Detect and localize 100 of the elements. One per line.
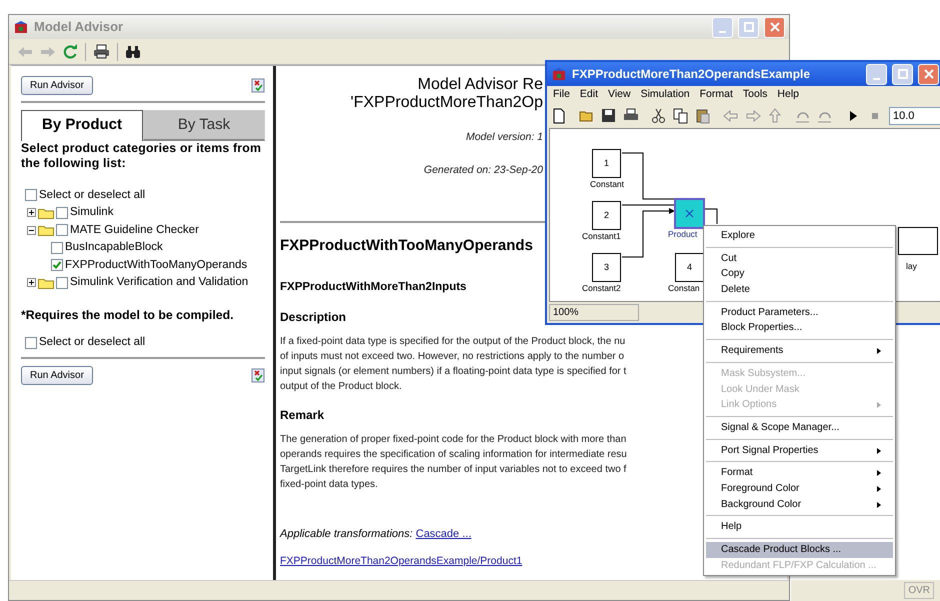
menu-item[interactable]: Simulation xyxy=(640,87,690,103)
menu-item[interactable]: Format xyxy=(706,465,893,481)
close-button[interactable] xyxy=(764,16,785,38)
constant-block[interactable]: 1 xyxy=(592,148,621,178)
menu-item[interactable]: Foreground Color xyxy=(706,480,893,497)
check-title: FXPProductWithTooManyOperands xyxy=(280,236,533,256)
check-id: FXPProductWithMoreThan2Inputs xyxy=(280,280,466,295)
minimize-icon xyxy=(719,30,726,32)
constant-block[interactable]: 3 xyxy=(592,252,621,282)
checkbox[interactable] xyxy=(51,242,63,254)
menu-item[interactable]: View xyxy=(608,87,631,103)
folder-icon xyxy=(38,224,54,236)
forward-arrow-icon[interactable] xyxy=(745,108,761,124)
menu-item[interactable]: Format xyxy=(700,87,733,103)
window-title: Model Advisor xyxy=(34,18,124,36)
section-heading: Description xyxy=(280,309,346,326)
menu-item[interactable]: Background Color xyxy=(706,496,893,512)
product-block[interactable] xyxy=(675,198,704,228)
block-label: lay xyxy=(906,260,917,271)
model-version: Model version: 1 xyxy=(464,130,543,145)
checkbox[interactable] xyxy=(25,189,37,202)
block-path-link[interactable]: FXPProductMoreThan2OperandsExample/Product1 xyxy=(280,554,522,570)
menu-item[interactable]: Help xyxy=(706,519,893,535)
paste-icon[interactable] xyxy=(695,108,711,124)
checkbox[interactable] xyxy=(25,336,37,349)
block-label: Constan xyxy=(668,282,700,293)
tree-item[interactable]: BusIncapableBlock xyxy=(65,239,163,256)
folder-icon xyxy=(38,276,54,289)
multiply-icon xyxy=(685,208,694,218)
close-button[interactable] xyxy=(918,64,939,84)
app-icon xyxy=(13,20,29,34)
menu-item[interactable]: Cut xyxy=(706,250,893,266)
new-file-icon[interactable] xyxy=(551,108,567,124)
tree-item[interactable]: MATE Guideline Checker xyxy=(70,222,199,239)
window-title: FXPProductMoreThan2OperandsExample xyxy=(572,66,812,83)
paragraph-line: The generation of proper fixed-point code for the Product block with more than xyxy=(280,433,626,448)
display-block[interactable] xyxy=(898,226,938,255)
menu-item[interactable]: Help xyxy=(777,87,800,103)
generated-date: Generated on: 23-Sep-20 xyxy=(422,162,543,178)
stop-time-field[interactable]: 10.0 xyxy=(889,106,940,125)
menu-item[interactable]: Block Properties... xyxy=(706,320,893,336)
copy-icon[interactable] xyxy=(673,108,689,124)
paragraph-line: operands requires the specification of scaling information for intermediate resu xyxy=(280,448,627,462)
block-label: Constant2 xyxy=(582,282,621,293)
checkbox[interactable] xyxy=(56,276,68,289)
zoom-level: 100% xyxy=(549,304,639,321)
back-arrow-icon[interactable] xyxy=(723,108,739,124)
menu-item[interactable]: Edit xyxy=(580,87,598,103)
tab[interactable]: By Task xyxy=(143,110,265,140)
cut-icon[interactable] xyxy=(651,108,667,124)
maximize-icon xyxy=(744,22,754,32)
menu-item[interactable]: Product Parameters... xyxy=(706,304,893,320)
menu-item[interactable]: Explore xyxy=(706,228,893,244)
checkbox[interactable] xyxy=(51,259,63,272)
overwrite-indicator: OVR xyxy=(904,582,934,599)
menu-item[interactable]: Requirements xyxy=(706,343,893,359)
run-advisor-button[interactable]: Run Advisor xyxy=(21,366,93,386)
up-arrow-icon[interactable] xyxy=(767,108,783,124)
close-icon xyxy=(770,22,780,32)
constant-block[interactable]: 4 xyxy=(675,252,704,282)
menu-item[interactable]: Copy xyxy=(706,266,893,282)
maximize-icon xyxy=(898,69,908,79)
report-title: 'FXPProductMoreThan2Op xyxy=(350,94,543,112)
binoculars-icon[interactable] xyxy=(125,44,141,58)
tab[interactable]: By Product xyxy=(21,110,143,140)
tree-item[interactable]: FXPProductWithTooManyOperands xyxy=(65,256,248,274)
expand-icon[interactable] xyxy=(27,278,36,288)
checkbox[interactable] xyxy=(56,206,68,219)
minimize-button[interactable] xyxy=(866,64,887,84)
paragraph-line: of inputs must not exceed two. However, no restrictions apply to the number o xyxy=(280,350,624,364)
menu-item[interactable]: File xyxy=(553,87,570,103)
checkbox-label: Select or deselect all xyxy=(39,188,146,203)
save-icon[interactable] xyxy=(601,108,617,124)
report-icon xyxy=(251,78,265,93)
collapse-icon[interactable] xyxy=(27,226,36,235)
menu-item[interactable]: Port Signal Properties xyxy=(706,442,893,458)
menu-item[interactable]: Signal & Scope Manager... xyxy=(706,420,893,436)
print-icon[interactable] xyxy=(93,44,110,59)
paragraph-line: TargetLink therefore requires the number of input variables not to exceed two f xyxy=(280,463,626,478)
paragraph-line: If a fixed-point data type is specified for the output of the Product block, the nu xyxy=(280,335,626,350)
menu-item[interactable]: Cascade Product Blocks ... xyxy=(706,542,893,558)
tree-item[interactable]: Simulink Verification and Validation xyxy=(70,274,248,292)
tree-item[interactable]: Simulink xyxy=(70,204,114,222)
checkbox[interactable] xyxy=(56,224,68,236)
transformations-label: Applicable transformations: xyxy=(280,528,413,540)
refresh-icon[interactable] xyxy=(63,44,78,59)
checkbox-label: Select or deselect all xyxy=(39,335,146,350)
app-icon xyxy=(551,66,567,82)
cascade-link[interactable]: Cascade ... xyxy=(416,528,472,540)
menu-item[interactable]: Tools xyxy=(742,87,768,103)
section-heading: Remark xyxy=(280,407,324,424)
block-label: Constant xyxy=(590,178,624,189)
expand-icon[interactable] xyxy=(27,208,36,218)
paragraph-line: input signals (or element numbers) if a floating-point data type is specified for t xyxy=(280,365,626,380)
report-title: Model Advisor Re xyxy=(416,76,543,94)
run-advisor-button[interactable]: Run Advisor xyxy=(21,76,93,95)
constant-block[interactable]: 2 xyxy=(592,200,621,230)
instructions-text: Select product categories or items from the following list: xyxy=(21,140,262,170)
menu-item[interactable]: Delete xyxy=(706,282,893,298)
maximize-button[interactable] xyxy=(892,64,913,84)
